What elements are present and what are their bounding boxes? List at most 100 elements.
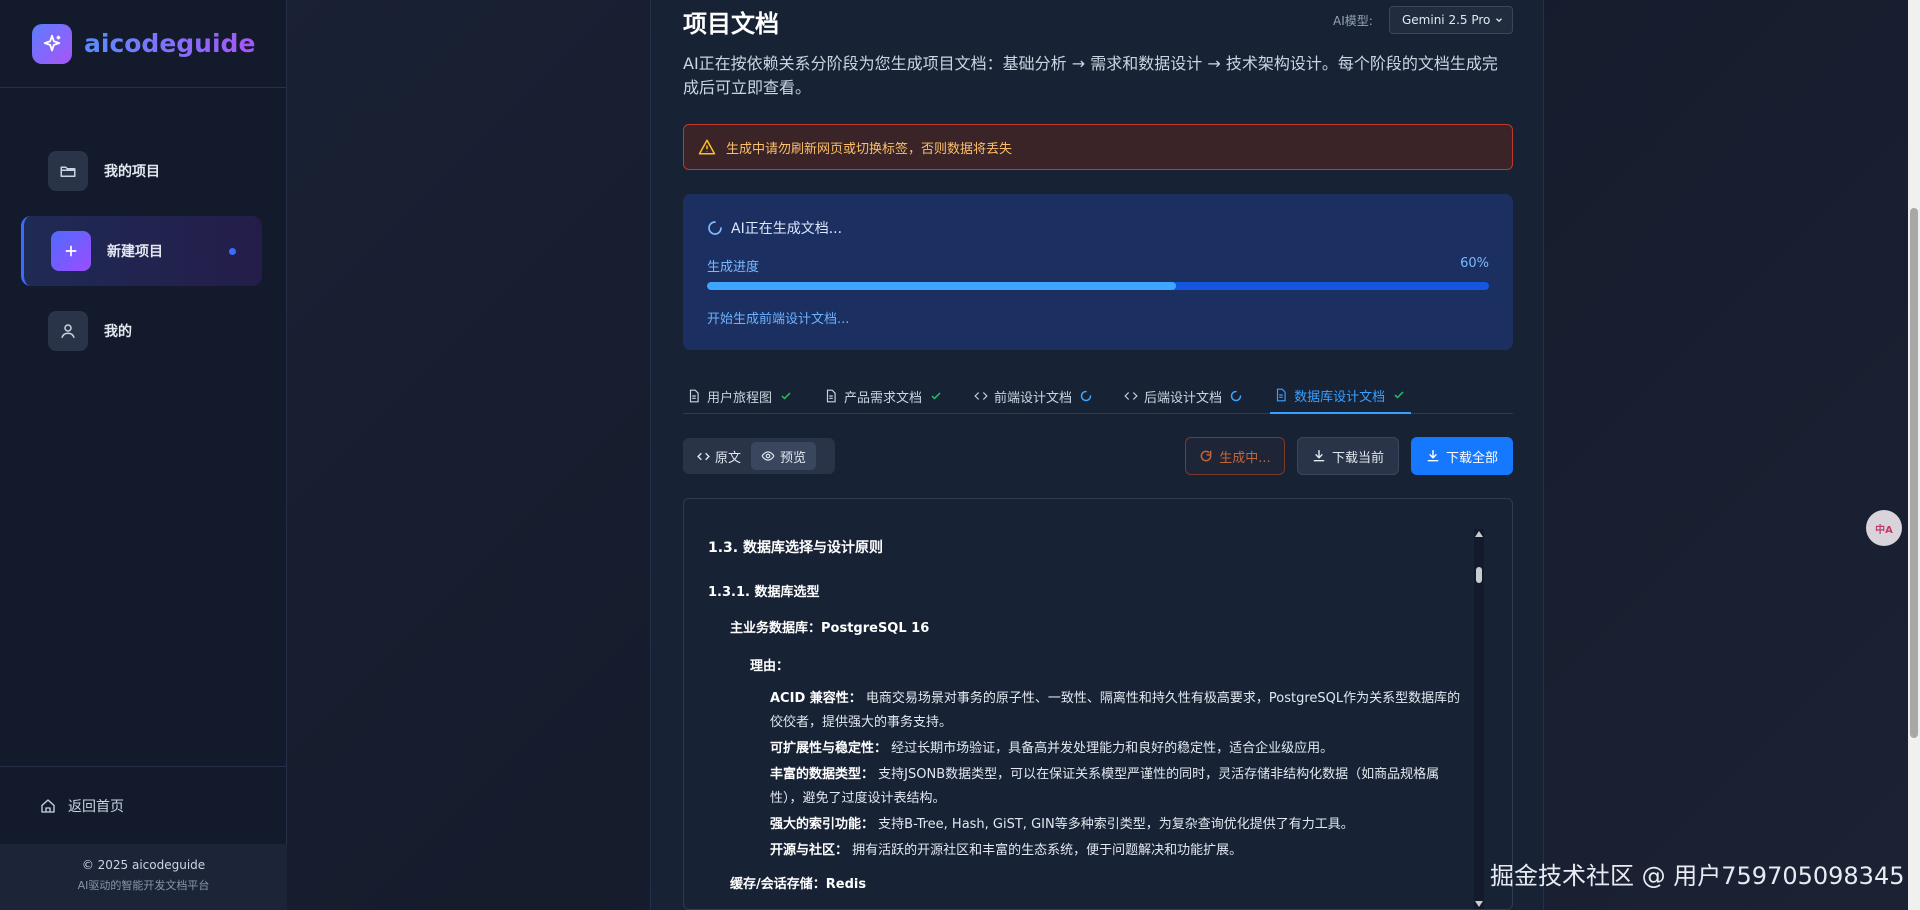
list-item-title: 可扩展性与稳定性： <box>770 741 888 756</box>
check-icon <box>1394 391 1404 399</box>
watermark-text: 掘金技术社区 @ 用户759705098345 <box>1490 862 1905 890</box>
sidebar: aicodeguide 我的项目 新建项目 我的 返回首页 © 2025 aic… <box>0 0 287 910</box>
warning-banner: 生成中请勿刷新网页或切换标签，否则数据将丢失 <box>683 124 1513 170</box>
list-item: 开源与社区： 拥有活跃的开源社区和丰富的生态系统，便于问题解决和功能扩展。 <box>770 839 1470 863</box>
regenerate-label: 生成中... <box>1219 450 1271 466</box>
download-all-label: 下载全部 <box>1445 450 1498 466</box>
progress-bar <box>707 282 1489 290</box>
preview-view-label: 预览 <box>780 450 807 466</box>
scroll-down-arrow-icon[interactable] <box>1475 901 1483 907</box>
tab-label: 前端设计文档 <box>994 390 1073 406</box>
folder-open-icon <box>48 151 88 191</box>
list-item-title: 强大的索引功能： <box>770 817 875 832</box>
file-text-icon <box>1276 388 1286 402</box>
page-scrollbar[interactable] <box>1908 0 1920 910</box>
download-icon <box>1313 450 1325 462</box>
preview-view-button[interactable]: 预览 <box>751 442 817 470</box>
code-icon <box>1124 392 1138 400</box>
page-subtitle: AI正在按依赖关系分阶段为您生成项目文档：基础分析 → 需求和数据设计 → 技术… <box>683 54 1498 97</box>
check-icon <box>931 392 941 400</box>
download-current-label: 下载当前 <box>1331 450 1384 466</box>
list-item: 可扩展性与稳定性： 经过长期市场验证，具备高并发处理能力和良好的稳定性，适合企业… <box>770 737 1470 761</box>
list-item-text: 经过长期市场验证，具备高并发处理能力和良好的稳定性，适合企业级应用。 <box>887 741 1334 756</box>
list-item: ACID 兼容性： 电商交易场景对事务的原子性、一致性、隔离性和持久性有极高要求… <box>770 687 1470 735</box>
progress-percent: 60% <box>1460 256 1489 271</box>
tab-backend-design[interactable]: 后端设计文档 <box>1120 378 1248 414</box>
page-title: 项目文档 <box>683 10 779 38</box>
raw-view-label: 原文 <box>715 450 742 466</box>
translate-label: 中A <box>1875 524 1893 536</box>
model-select[interactable]: Gemini 2.5 Pro <box>1389 6 1513 34</box>
back-home-label: 返回首页 <box>68 798 124 815</box>
brand-name: aicodeguide <box>84 29 256 58</box>
subsection-heading: 1.3.1. 数据库选型 <box>708 585 820 600</box>
regenerate-button[interactable]: 生成中... <box>1185 437 1285 475</box>
generation-status: AI正在生成文档... <box>707 218 842 238</box>
progress-bar-fill <box>707 282 1177 290</box>
document-scrollbar-thumb[interactable] <box>1476 567 1482 583</box>
section-heading: 1.3. 数据库选择与设计原则 <box>708 540 883 556</box>
tab-label: 用户旅程图 <box>707 390 773 406</box>
list-item: 丰富的数据类型： 支持JSONB数据类型，可以在保证关系模型严谨性的同时，灵活存… <box>770 763 1470 811</box>
sidebar-item-new-project[interactable]: 新建项目 <box>21 216 262 286</box>
page-scrollbar-thumb[interactable] <box>1910 208 1918 738</box>
tab-label: 后端设计文档 <box>1144 390 1223 406</box>
spinner-icon <box>1080 390 1092 402</box>
list-item-text: 电商交易场景对事务的原子性、一致性、隔离性和持久性有极高要求，PostgreSQ… <box>770 691 1461 730</box>
main-content: 项目文档 AI模型: Gemini 2.5 Pro AI正在按依赖关系分阶段为您… <box>650 0 1544 910</box>
progress-label: 生成进度 <box>707 260 760 275</box>
brand[interactable]: aicodeguide <box>0 0 286 88</box>
tab-database-design[interactable]: 数据库设计文档 <box>1270 378 1412 414</box>
list-item-title: 开源与社区： <box>770 843 849 858</box>
document-preview[interactable]: 1.3. 数据库选择与设计原则 1.3.1. 数据库选型 主业务数据库：Post… <box>683 498 1513 910</box>
list-item-text: 支持B-Tree, Hash, GiST, GIN等多种索引类型，为复杂查询优化… <box>874 817 1354 832</box>
progress-card: AI正在生成文档... 生成进度 60% 开始生成前端设计文档... <box>683 194 1513 350</box>
download-all-button[interactable]: 下载全部 <box>1411 437 1513 475</box>
reason-list: ACID 兼容性： 电商交易场景对事务的原子性、一致性、隔离性和持久性有极高要求… <box>770 687 1470 865</box>
refresh-icon <box>1200 450 1212 462</box>
check-icon <box>781 392 791 400</box>
document-scrollbar[interactable] <box>1474 529 1484 909</box>
sidebar-nav: 我的项目 新建项目 我的 <box>0 88 286 366</box>
spinner-icon <box>1230 390 1242 402</box>
copyright-text: © 2025 aicodeguide <box>81 858 206 872</box>
tab-label: 产品需求文档 <box>844 390 923 406</box>
tagline-text: AI驱动的智能开发文档平台 <box>77 879 210 892</box>
file-text-icon <box>826 389 836 403</box>
model-select-value: Gemini 2.5 Pro <box>1402 13 1491 27</box>
list-item-title: 丰富的数据类型： <box>770 767 875 782</box>
chevron-down-icon <box>1496 18 1502 23</box>
tab-user-journey[interactable]: 用户旅程图 <box>683 378 798 414</box>
doc-tabs: 用户旅程图 产品需求文档 前端设计文档 后端设计文档 数据库设计文档 <box>683 378 1513 414</box>
tab-prd[interactable]: 产品需求文档 <box>820 378 948 414</box>
cache-database-line: 缓存/会话存储：Redis <box>730 877 867 892</box>
sparkles-logo-icon <box>32 23 72 64</box>
sidebar-item-me[interactable]: 我的 <box>24 296 262 366</box>
list-item-title: ACID 兼容性： <box>770 691 862 706</box>
generation-status-text: AI正在生成文档... <box>731 221 843 237</box>
raw-view-button[interactable]: 原文 <box>687 442 751 470</box>
sidebar-footer: © 2025 aicodeguide AI驱动的智能开发文档平台 <box>0 844 287 910</box>
list-item: 强大的索引功能： 支持B-Tree, Hash, GiST, GIN等多种索引类… <box>770 813 1470 837</box>
sidebar-item-label: 我的项目 <box>104 164 160 180</box>
translate-icon[interactable]: 中A <box>1866 510 1902 546</box>
progress-message: 开始生成前端设计文档... <box>707 312 850 327</box>
list-item-text: 拥有活跃的开源社区和丰富的生态系统，便于问题解决和功能扩展。 <box>848 843 1243 858</box>
warning-text: 生成中请勿刷新网页或切换标签，否则数据将丢失 <box>726 141 1013 157</box>
reason-label: 理由： <box>750 659 790 674</box>
plus-icon <box>51 231 91 271</box>
sidebar-item-my-projects[interactable]: 我的项目 <box>24 136 262 206</box>
back-home-link[interactable]: 返回首页 <box>0 766 287 844</box>
scroll-up-arrow-icon[interactable] <box>1475 531 1483 537</box>
tab-frontend-design[interactable]: 前端设计文档 <box>970 378 1098 414</box>
sidebar-item-label: 我的 <box>104 324 132 340</box>
download-current-button[interactable]: 下载当前 <box>1297 437 1399 475</box>
tab-label: 数据库设计文档 <box>1294 389 1386 405</box>
file-text-icon <box>689 389 699 403</box>
download-icon <box>1427 450 1439 462</box>
code-icon <box>697 452 710 460</box>
code-icon <box>974 392 988 400</box>
user-icon <box>48 311 88 351</box>
main-database-line: 主业务数据库：PostgreSQL 16 <box>730 621 930 636</box>
warning-icon <box>698 139 716 155</box>
